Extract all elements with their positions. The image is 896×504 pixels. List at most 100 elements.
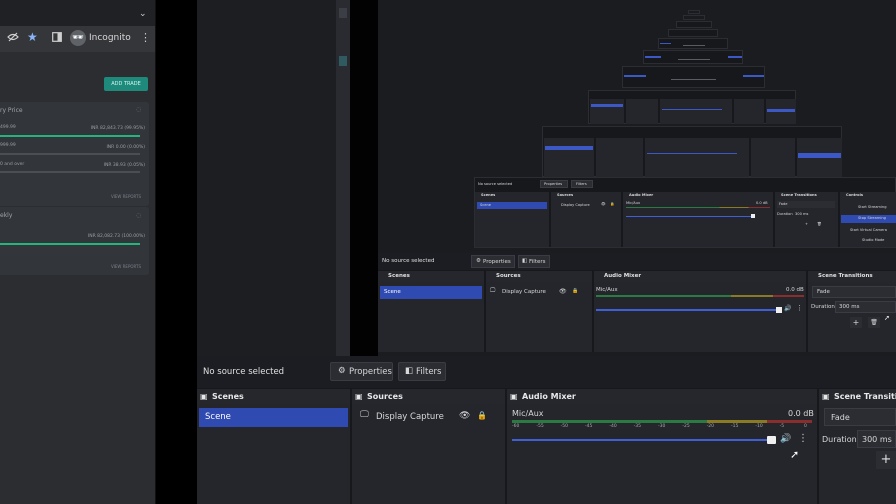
duration-input[interactable]: 300 ms bbox=[857, 430, 896, 448]
audio-mixer-title: Audio Mixer bbox=[522, 392, 576, 401]
audio-mixer-panel bbox=[507, 404, 817, 504]
add-transition-button[interactable]: + bbox=[805, 222, 808, 226]
properties-button[interactable]: ⚙ Properties bbox=[330, 362, 393, 381]
controls-panel: Controls Start Streaming Stop Streaming … bbox=[840, 192, 896, 247]
more-vert-icon[interactable]: ⋮ bbox=[140, 31, 151, 44]
volume-slider-track[interactable] bbox=[678, 59, 710, 60]
duration-label: Duration bbox=[777, 212, 793, 216]
properties-label: Properties bbox=[349, 367, 392, 377]
sources-panel bbox=[626, 99, 658, 124]
scene-item[interactable] bbox=[624, 75, 646, 77]
dock-icon: ▣ bbox=[200, 392, 208, 401]
eye-icon[interactable]: 👁 bbox=[459, 411, 470, 421]
trash-icon[interactable]: 🗑 bbox=[817, 222, 822, 226]
volume-slider-handle[interactable] bbox=[751, 214, 755, 218]
monitor-icon: 🖵 bbox=[360, 410, 369, 420]
context-bar-nested bbox=[378, 253, 896, 270]
add-trade-button[interactable]: ADD TRADE bbox=[104, 77, 148, 91]
transition-value: Fade bbox=[779, 202, 788, 206]
nested-obs-level-5 bbox=[588, 90, 796, 124]
start-virtual-camera-button[interactable]: Start Virtual Camera bbox=[850, 228, 887, 232]
nested-obs-level-7 bbox=[643, 50, 743, 64]
chevron-down-icon[interactable]: ⌄ bbox=[139, 9, 147, 19]
transition-select[interactable]: Fade bbox=[824, 408, 896, 426]
volume-slider-handle[interactable] bbox=[776, 307, 782, 313]
filters-button[interactable]: Filters bbox=[571, 180, 593, 188]
properties-button[interactable]: Properties bbox=[540, 180, 568, 188]
lock-icon[interactable]: 🔒 bbox=[572, 288, 578, 294]
volume-slider-track[interactable] bbox=[626, 216, 752, 217]
speaker-icon[interactable]: 🔊 bbox=[780, 434, 791, 444]
lock-icon[interactable]: 🔒 bbox=[610, 202, 614, 206]
source-item[interactable]: 🖵 Display Capture 👁 🔒 bbox=[356, 408, 502, 425]
incognito-icon[interactable]: 🕶 bbox=[70, 30, 86, 46]
nested-tab bbox=[339, 8, 347, 18]
stop-streaming-button[interactable] bbox=[767, 109, 795, 112]
meter-ticks: -60 -55 -50 -45 -40 -35 -30 -25 -20 -15 -10 -5 0 bbox=[512, 424, 812, 430]
nested-obs-level-6 bbox=[622, 66, 765, 88]
scene-item[interactable]: Scene bbox=[199, 408, 348, 427]
trash-icon[interactable]: 🗑 bbox=[868, 317, 880, 328]
source-item-label[interactable]: Display Capture bbox=[561, 203, 590, 207]
eye-off-icon[interactable] bbox=[7, 32, 19, 45]
volume-slider-track[interactable] bbox=[512, 439, 776, 441]
add-transition-button[interactable]: + bbox=[876, 451, 896, 469]
view-reports-link[interactable]: VIEW REPORTS bbox=[111, 264, 141, 269]
stop-streaming-button[interactable] bbox=[728, 56, 742, 58]
transition-select[interactable]: Fade bbox=[812, 286, 896, 298]
scene-item[interactable] bbox=[545, 146, 593, 150]
scene-item[interactable] bbox=[660, 43, 671, 44]
lock-icon[interactable]: 🔒 bbox=[477, 411, 487, 420]
filters-button[interactable]: ◧ Filters bbox=[518, 255, 550, 268]
mic-db-readout: 0.0 dB bbox=[756, 201, 768, 205]
star-icon[interactable]: ★ bbox=[27, 30, 38, 44]
mouse-cursor-icon: ➚ bbox=[790, 448, 800, 461]
studio-mode-button[interactable]: Studio Mode bbox=[862, 238, 884, 242]
incognito-label[interactable]: Incognito bbox=[89, 33, 131, 43]
speaker-icon[interactable]: 🔊 bbox=[784, 305, 791, 312]
volume-slider-track[interactable] bbox=[662, 109, 722, 110]
properties-button[interactable]: ⚙ Properties bbox=[471, 255, 515, 268]
price-card-title: ry Price bbox=[0, 107, 23, 114]
source-item-label: Display Capture bbox=[376, 412, 444, 422]
stop-streaming-button[interactable]: Stop Streaming bbox=[841, 215, 896, 223]
audio-mixer-panel bbox=[660, 99, 732, 124]
browser-tab-strip: ⌄ bbox=[0, 0, 155, 26]
more-vert-icon[interactable]: ⋮ bbox=[798, 433, 808, 444]
progress-fill bbox=[0, 243, 140, 245]
start-streaming-button[interactable]: Start Streaming bbox=[858, 205, 886, 209]
volume-slider-track[interactable] bbox=[647, 153, 737, 154]
transition-value: Fade bbox=[831, 413, 850, 422]
add-transition-button[interactable]: + bbox=[850, 317, 862, 328]
eye-icon[interactable]: 👁 bbox=[559, 288, 567, 295]
duration-value[interactable]: 300 ms bbox=[795, 212, 808, 216]
scene-transitions-panel bbox=[734, 99, 764, 124]
duration-input[interactable]: 300 ms bbox=[835, 301, 896, 313]
scene-item[interactable]: Scene bbox=[380, 286, 482, 299]
progress-bar bbox=[0, 135, 140, 137]
stop-streaming-button[interactable] bbox=[743, 75, 764, 77]
volume-slider-track[interactable] bbox=[671, 79, 716, 80]
view-reports-link[interactable]: VIEW REPORTS bbox=[111, 194, 141, 199]
source-item-label[interactable]: Display Capture bbox=[502, 289, 546, 295]
volume-slider-track[interactable] bbox=[596, 309, 778, 311]
sources-panel bbox=[596, 138, 643, 177]
sidebar-icon[interactable] bbox=[52, 32, 62, 45]
scenes-title: Scenes bbox=[388, 273, 410, 279]
stop-streaming-button[interactable] bbox=[798, 153, 841, 158]
meter-tick-label: -35 bbox=[633, 424, 642, 429]
info-icon[interactable]: ◌ bbox=[136, 212, 141, 219]
volume-slider-track[interactable] bbox=[683, 45, 705, 46]
scene-item[interactable] bbox=[645, 56, 661, 58]
volume-meter bbox=[512, 420, 812, 423]
more-vert-icon[interactable]: ⋮ bbox=[796, 304, 803, 312]
scene-item[interactable] bbox=[591, 104, 623, 107]
scene-item[interactable]: Scene bbox=[477, 202, 547, 209]
scene-item-label: Scene bbox=[480, 203, 491, 207]
volume-slider-handle[interactable] bbox=[766, 436, 776, 444]
eye-icon[interactable]: 👁 bbox=[601, 202, 606, 206]
transition-select[interactable]: Fade bbox=[777, 201, 835, 208]
nested-obs-level-4 bbox=[542, 126, 842, 177]
filters-button[interactable]: ◧ Filters bbox=[398, 362, 446, 381]
info-icon[interactable]: ◌ bbox=[136, 106, 141, 113]
